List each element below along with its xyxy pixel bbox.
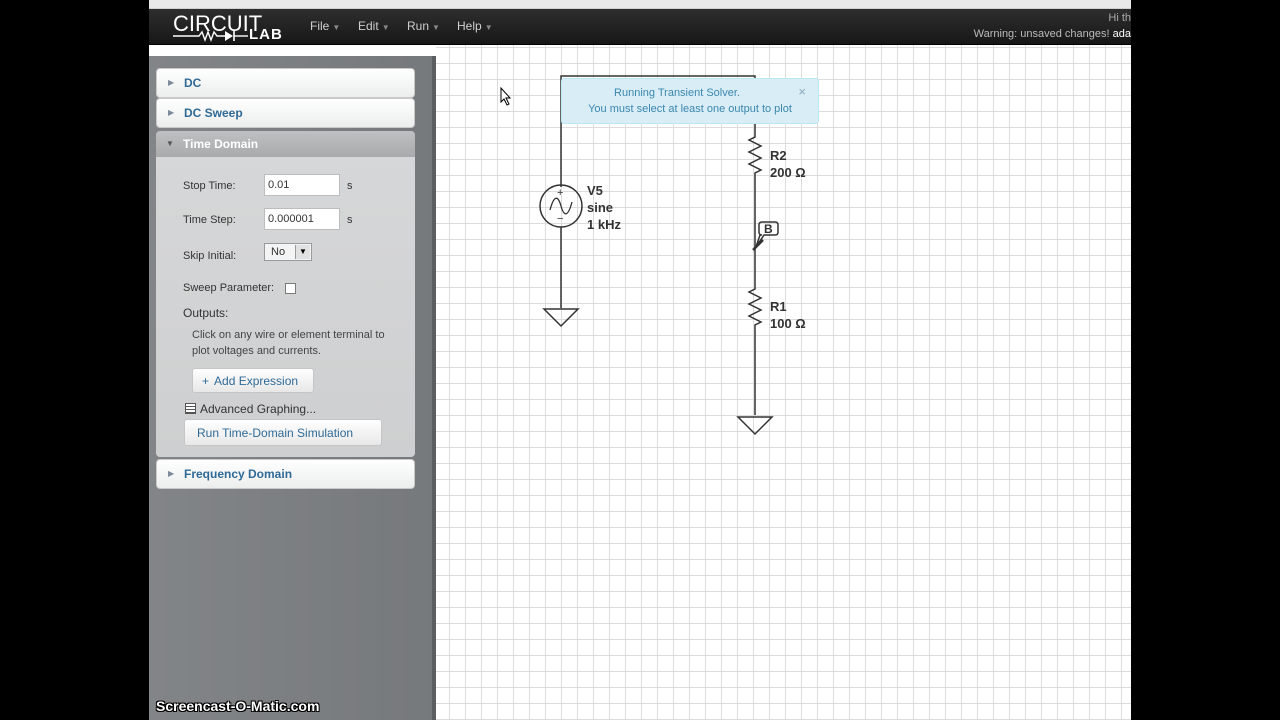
close-icon[interactable]: × [798,84,806,99]
solver-notification: Running Transient Solver. You must selec… [561,78,819,124]
menu-run-label: Run [407,19,430,33]
user-greeting: Hi th [1108,12,1131,24]
menu-help[interactable]: Help ▼ [457,19,493,33]
r2-resistor[interactable] [747,125,763,185]
caret-down-icon: ▼ [381,23,390,32]
time-step-unit: s [347,214,353,226]
circuitlab-logo[interactable]: CIRCUIT LAB [173,11,293,43]
caret-down-icon: ▼ [332,23,341,32]
time-step-label: Time Step: [183,214,236,226]
advanced-graphing-link[interactable]: Advanced Graphing... [185,402,316,416]
dropdown-arrow-icon: ▼ [295,245,310,259]
chevron-right-icon: ▶ [168,108,175,117]
ground-icon[interactable] [542,308,580,328]
run-time-domain-button[interactable]: Run Time-Domain Simulation [184,419,382,446]
accordion-dc[interactable]: ▶ DC [156,68,415,98]
notification-line-2: You must select at least one output to p… [588,103,792,115]
menu-edit-label: Edit [358,19,379,33]
r1-value: 100 Ω [770,316,806,331]
simulation-sidebar: ▶ DC ▶ DC Sweep ▼ Time Domain Stop Time:… [149,56,436,720]
accordion-frequency-domain[interactable]: ▶ Frequency Domain [156,459,415,489]
sweep-parameter-label: Sweep Parameter: [183,282,275,294]
username-link[interactable]: ada [1113,28,1131,40]
ground-icon[interactable] [736,416,774,436]
advanced-graphing-label: Advanced Graphing... [200,402,317,416]
sine-wave-icon [549,197,573,215]
unsaved-warning: Warning: unsaved changes! ada [974,28,1131,40]
accordion-dc-sweep[interactable]: ▶ DC Sweep [156,98,415,128]
r2-name: R2 [770,148,787,163]
plus-icon: + [202,374,210,388]
plus-sign-icon: + [557,187,563,199]
mouse-cursor-icon [500,87,512,106]
skip-initial-value: No [271,246,286,258]
time-domain-panel: Stop Time: 0.01 s Time Step: 0.000001 s … [156,157,415,457]
chevron-down-icon: ▼ [166,139,174,148]
run-time-domain-label: Run Time-Domain Simulation [197,426,354,440]
source-type: sine [587,200,613,215]
minus-sign-icon: − [557,213,563,225]
top-navbar: CIRCUIT LAB File ▼ Edit ▼ Run ▼ Help ▼ Hi th… [149,9,1131,45]
chevron-right-icon: ▶ [168,78,175,87]
schematic-canvas[interactable]: + − V5 sine 1 kHz R2 200 Ω R1 100 Ω B [436,45,1131,720]
menu-help-label: Help [457,19,482,33]
probe-label: B [764,222,773,236]
add-expression-label: Add Expression [214,374,299,388]
menu-run[interactable]: Run ▼ [407,19,440,33]
r1-name: R1 [770,299,787,314]
accordion-frequency-domain-title: Frequency Domain [184,467,293,481]
logo-text-lab: LAB [249,26,283,43]
accordion-dc-sweep-title: DC Sweep [184,106,243,120]
accordion-time-domain[interactable]: ▼ Time Domain [156,131,415,157]
unsaved-warning-text: Warning: unsaved changes! [973,28,1110,40]
caret-down-icon: ▼ [484,23,493,32]
r1-resistor[interactable] [747,285,763,335]
menu-file-label: File [310,19,330,33]
circuitlab-app: CIRCUIT LAB File ▼ Edit ▼ Run ▼ Help ▼ Hi th… [149,0,1131,720]
caret-down-icon: ▼ [432,23,440,32]
outputs-help-text: Click on any wire or element terminal to… [192,329,385,357]
table-icon [185,403,196,414]
menu-edit[interactable]: Edit ▼ [358,19,390,33]
outputs-label: Outputs: [183,306,229,320]
time-step-input[interactable]: 0.000001 [264,208,340,230]
sweep-parameter-checkbox[interactable] [285,283,296,294]
accordion-time-domain-title: Time Domain [183,137,259,151]
chevron-right-icon: ▶ [168,469,175,478]
menu-file[interactable]: File ▼ [310,19,340,33]
logo-resistor-diode-icon [173,30,248,42]
notification-line-1: Running Transient Solver. [614,87,740,99]
source-name: V5 [587,183,603,198]
accordion-dc-title: DC [184,76,202,90]
stop-time-unit: s [347,180,353,192]
skip-initial-select[interactable]: No ▼ [264,243,312,261]
circuit-schematic: + − V5 sine 1 kHz R2 200 Ω R1 100 Ω B [539,75,806,436]
add-expression-button[interactable]: + Add Expression [192,368,314,393]
skip-initial-label: Skip Initial: [183,250,237,262]
source-frequency: 1 kHz [587,217,621,232]
browser-strip [149,0,1131,9]
r2-value: 200 Ω [770,165,806,180]
stop-time-label: Stop Time: [183,180,236,192]
stop-time-input[interactable]: 0.01 [264,174,340,196]
screencast-watermark: Screencast-O-Matic.com [156,698,320,714]
